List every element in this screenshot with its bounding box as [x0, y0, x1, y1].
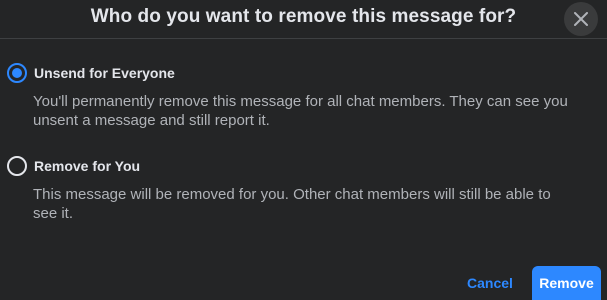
- option-row: Remove for You: [7, 156, 587, 176]
- option-label: Remove for You: [34, 158, 141, 174]
- remove-message-dialog: Who do you want to remove this message f…: [0, 0, 607, 300]
- option-label: Unsend for Everyone: [34, 65, 175, 81]
- option-description: You'll permanently remove this message f…: [33, 93, 568, 129]
- dialog-title: Who do you want to remove this message f…: [90, 6, 517, 27]
- option-remove-for-you[interactable]: Remove for You This message will be remo…: [7, 156, 587, 223]
- dialog-header: Who do you want to remove this message f…: [0, 0, 607, 39]
- close-button[interactable]: [564, 2, 598, 36]
- remove-button[interactable]: Remove: [532, 266, 601, 300]
- close-icon: [574, 12, 588, 26]
- cancel-button[interactable]: Cancel: [458, 267, 522, 299]
- option-description: This message will be removed for you. Ot…: [33, 186, 551, 222]
- radio-selected-icon[interactable]: [7, 63, 27, 83]
- option-unsend-for-everyone[interactable]: Unsend for Everyone You'll permanently r…: [7, 63, 587, 130]
- option-row: Unsend for Everyone: [7, 63, 587, 83]
- radio-unselected-icon[interactable]: [7, 156, 27, 176]
